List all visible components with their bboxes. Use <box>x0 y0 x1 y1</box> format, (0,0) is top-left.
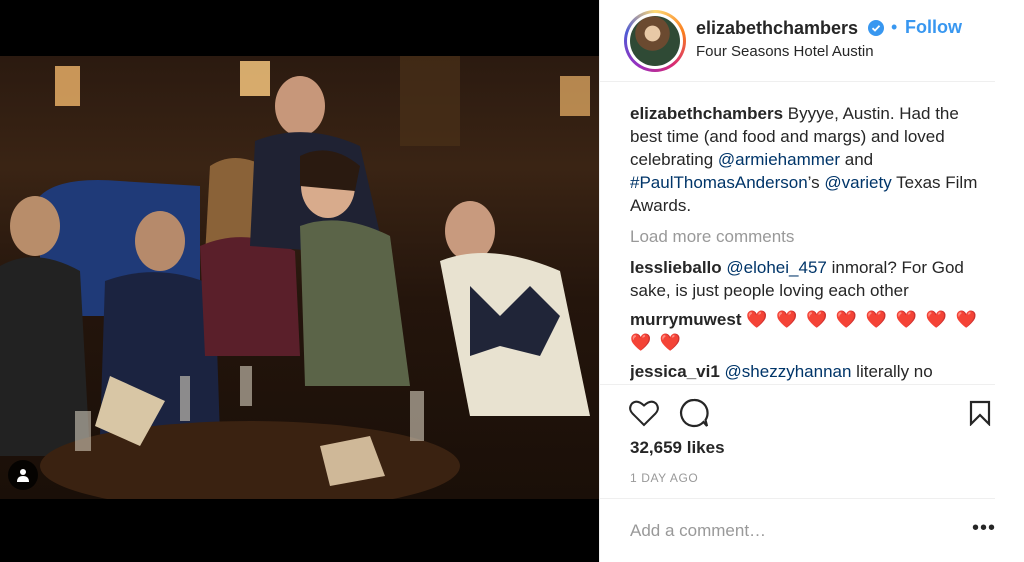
comment-icon[interactable] <box>678 397 710 429</box>
comment-item: jessica_vi1 @shezzyhannan literally no <box>630 360 995 383</box>
follow-button[interactable]: Follow <box>905 17 962 38</box>
post-side-panel: elizabethchambers • Follow Four Seasons … <box>599 0 1024 562</box>
comment-username[interactable]: lesslieballo <box>630 258 722 277</box>
load-more-comments-button[interactable]: Load more comments <box>630 225 995 248</box>
caption-text: and <box>840 150 874 169</box>
add-comment-bar: ••• <box>600 498 995 562</box>
more-options-button[interactable]: ••• <box>972 517 996 540</box>
comment-username[interactable]: jessica_vi1 <box>630 362 720 381</box>
verified-badge-icon <box>868 20 884 36</box>
comment-item: murrymuwest ❤️ ❤️ ❤️ ❤️ ❤️ ❤️ ❤️ ❤️ ❤️ ❤… <box>630 308 995 354</box>
mention-link[interactable]: @shezzyhannan <box>725 362 852 381</box>
mention-link[interactable]: @armiehammer <box>718 150 840 169</box>
comment-text: literally no <box>851 362 933 381</box>
avatar[interactable] <box>624 10 686 72</box>
comment-username[interactable]: murrymuwest <box>630 310 741 329</box>
post-photo[interactable] <box>0 56 599 499</box>
mention-link[interactable]: @variety <box>824 173 891 192</box>
heart-icon[interactable] <box>628 397 660 429</box>
post-caption: elizabethchambers Byyye, Austin. Had the… <box>630 102 995 217</box>
avatar-image <box>630 16 680 66</box>
comment-input[interactable] <box>630 519 930 543</box>
likes-count[interactable]: 32,659 likes <box>630 438 725 458</box>
hashtag-link[interactable]: #PaulThomasAnderson <box>630 173 808 192</box>
caption-text: ’s <box>807 173 825 192</box>
mention-link[interactable]: @elohei_457 <box>726 258 826 277</box>
post-actions: 32,659 likes 1 DAY AGO ••• <box>600 384 995 562</box>
photo-illustration <box>0 56 590 499</box>
bookmark-icon[interactable] <box>964 397 996 429</box>
comment-item: lesslieballo @elohei_457 inmoral? For Go… <box>630 256 995 302</box>
location-link[interactable]: Four Seasons Hotel Austin <box>696 43 874 60</box>
media-panel <box>0 0 599 562</box>
post-header: elizabethchambers • Follow Four Seasons … <box>600 0 995 82</box>
post-timestamp: 1 DAY AGO <box>630 471 699 485</box>
user-tag-icon[interactable] <box>8 460 38 490</box>
separator-dot: • <box>891 17 898 37</box>
username-link[interactable]: elizabethchambers <box>696 18 858 39</box>
comments-list[interactable]: elizabethchambers Byyye, Austin. Had the… <box>630 102 995 384</box>
caption-username[interactable]: elizabethchambers <box>630 104 783 123</box>
instagram-post-view: elizabethchambers • Follow Four Seasons … <box>0 0 1024 562</box>
